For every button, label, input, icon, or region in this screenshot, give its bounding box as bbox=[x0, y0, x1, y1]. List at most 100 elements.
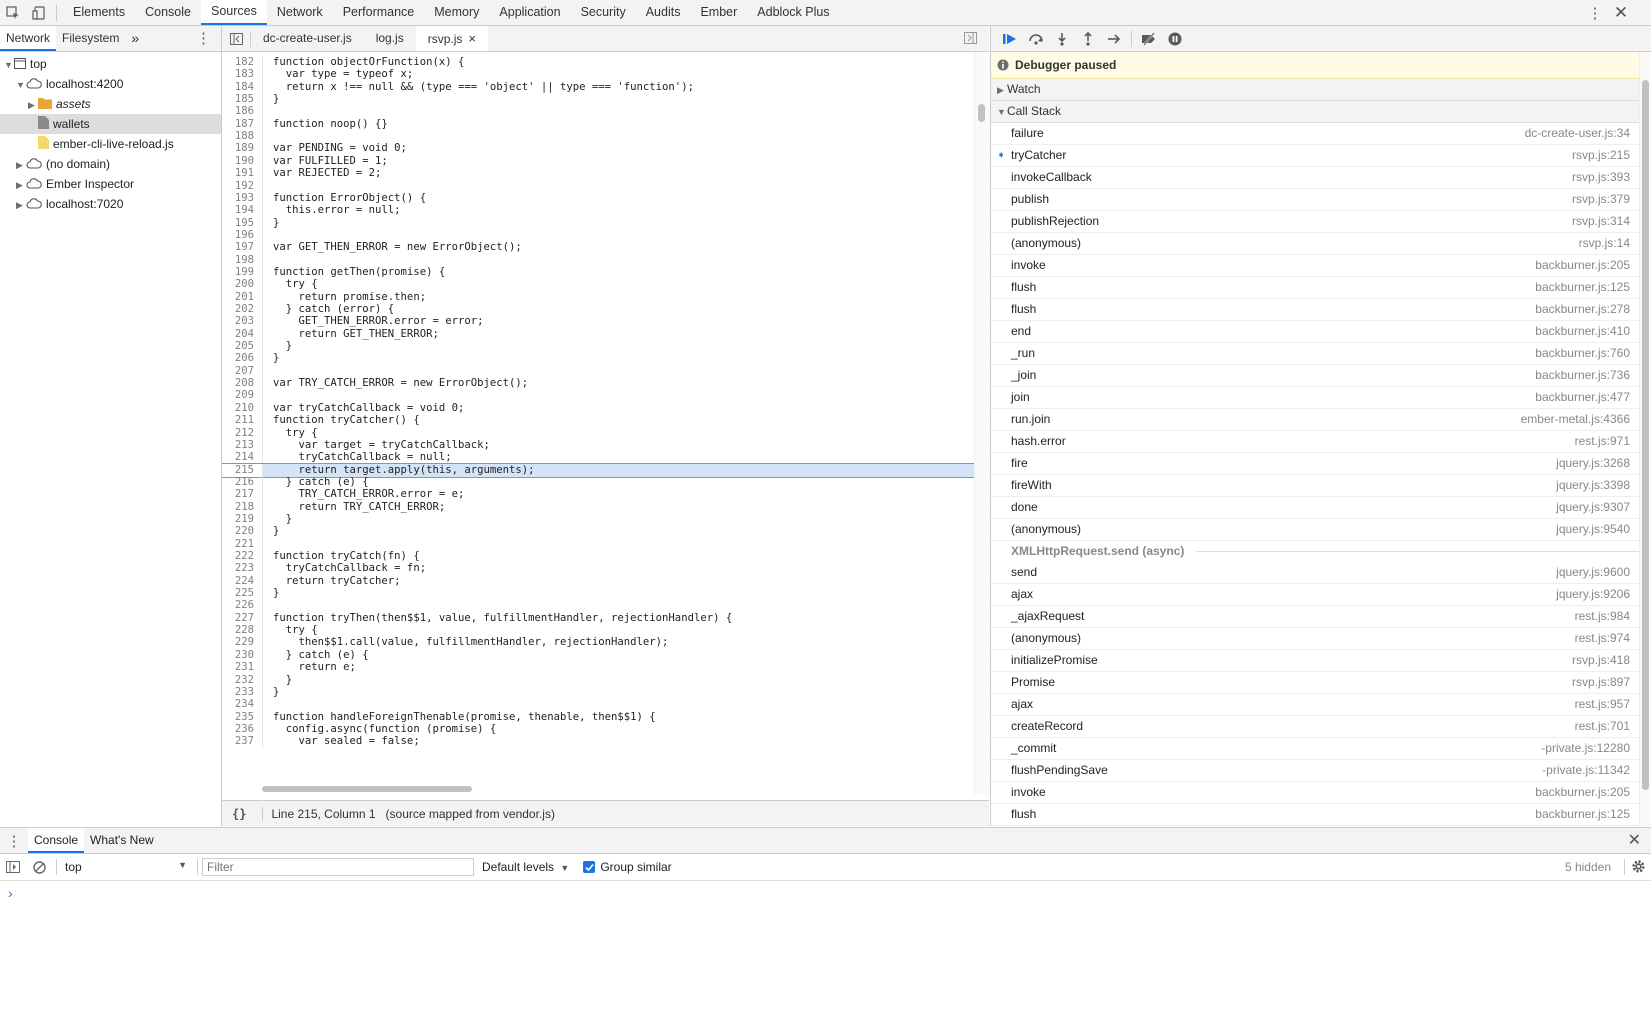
close-drawer-icon[interactable]: ✕ bbox=[1628, 828, 1641, 853]
expanded-arrow-icon[interactable]: ▼ bbox=[4, 55, 14, 75]
file-tab[interactable]: dc-create-user.js bbox=[251, 26, 364, 51]
line-number[interactable]: 191 bbox=[222, 167, 263, 181]
step-out-icon[interactable] bbox=[1075, 26, 1101, 51]
vertical-scrollbar[interactable] bbox=[974, 52, 990, 794]
frame-location[interactable]: -private.js:12280 bbox=[1541, 738, 1630, 759]
line-number[interactable]: 225 bbox=[222, 587, 263, 601]
call-frame[interactable]: invoke backburner.js:205 bbox=[991, 782, 1651, 804]
panel-tab-elements[interactable]: Elements bbox=[63, 0, 135, 25]
tree-item[interactable]: ▼ top bbox=[0, 54, 221, 74]
inspect-element-icon[interactable] bbox=[0, 0, 26, 25]
line-number[interactable]: 232 bbox=[222, 673, 263, 687]
line-number[interactable]: 230 bbox=[222, 648, 263, 662]
line-number[interactable]: 236 bbox=[222, 722, 263, 736]
line-number[interactable]: 215 bbox=[222, 463, 263, 477]
line-number[interactable]: 209 bbox=[222, 389, 263, 403]
line-number[interactable]: 192 bbox=[222, 179, 263, 193]
line-number[interactable]: 190 bbox=[222, 154, 263, 168]
call-frame[interactable]: flushPendingSave -private.js:11342 bbox=[991, 760, 1651, 782]
frame-location[interactable]: rsvp.js:393 bbox=[1572, 167, 1630, 188]
call-frame[interactable]: run.join ember-metal.js:4366 bbox=[991, 409, 1651, 431]
horizontal-scrollbar[interactable] bbox=[222, 784, 974, 794]
tree-item[interactable]: ▼ localhost:4200 bbox=[0, 74, 221, 94]
collapsed-arrow-icon[interactable]: ▶ bbox=[28, 95, 38, 115]
frame-location[interactable]: -private.js:11342 bbox=[1542, 760, 1630, 781]
collapsed-arrow-icon[interactable]: ▶ bbox=[16, 195, 26, 215]
panel-tab-sources[interactable]: Sources bbox=[200, 0, 267, 25]
collapsed-arrow-icon[interactable]: ▶ bbox=[16, 175, 26, 195]
step-into-icon[interactable] bbox=[1049, 26, 1075, 51]
line-number[interactable]: 204 bbox=[222, 327, 263, 341]
context-selector[interactable]: top ▼ bbox=[61, 860, 193, 874]
frame-location[interactable]: backburner.js:125 bbox=[1535, 277, 1630, 298]
line-number[interactable]: 206 bbox=[222, 352, 263, 366]
sidebar-scrollbar-thumb[interactable] bbox=[1642, 80, 1649, 790]
tab-filesystem[interactable]: Filesystem bbox=[56, 26, 125, 51]
line-number[interactable]: 188 bbox=[222, 130, 263, 144]
frame-location[interactable]: backburner.js:278 bbox=[1535, 299, 1630, 320]
line-number[interactable]: 217 bbox=[222, 488, 263, 502]
line-number[interactable]: 213 bbox=[222, 438, 263, 452]
watch-section-header[interactable]: ▶ Watch bbox=[991, 79, 1651, 101]
call-frame[interactable]: _join backburner.js:736 bbox=[991, 365, 1651, 387]
line-number[interactable]: 235 bbox=[222, 710, 263, 724]
line-number[interactable]: 234 bbox=[222, 698, 263, 712]
frame-location[interactable]: rsvp.js:215 bbox=[1572, 145, 1630, 166]
line-number[interactable]: 212 bbox=[222, 426, 263, 440]
call-frame[interactable]: publish rsvp.js:379 bbox=[991, 189, 1651, 211]
checkbox-checked-icon[interactable] bbox=[583, 861, 596, 873]
resume-icon[interactable] bbox=[997, 26, 1023, 51]
line-number[interactable]: 216 bbox=[222, 475, 263, 489]
frame-location[interactable]: rsvp.js:14 bbox=[1579, 233, 1630, 254]
horizontal-scrollbar-thumb[interactable] bbox=[262, 786, 472, 792]
line-number[interactable]: 218 bbox=[222, 500, 263, 514]
frame-location[interactable]: jquery.js:9600 bbox=[1556, 562, 1630, 583]
call-frame[interactable]: flush backburner.js:125 bbox=[991, 277, 1651, 299]
tree-item[interactable]: ▶ Ember Inspector bbox=[0, 174, 221, 194]
frame-location[interactable]: backburner.js:205 bbox=[1535, 782, 1630, 803]
line-number[interactable]: 201 bbox=[222, 290, 263, 304]
call-frame[interactable]: createRecord rest.js:701 bbox=[991, 716, 1651, 738]
frame-location[interactable]: backburner.js:477 bbox=[1535, 387, 1630, 408]
navigator-menu-icon[interactable]: ⋮ bbox=[196, 26, 211, 51]
frame-location[interactable]: backburner.js:125 bbox=[1535, 804, 1630, 825]
frame-location[interactable]: rsvp.js:314 bbox=[1572, 211, 1630, 232]
line-number[interactable]: 222 bbox=[222, 550, 263, 563]
call-frame[interactable]: publishRejection rsvp.js:314 bbox=[991, 211, 1651, 233]
call-frame[interactable]: join backburner.js:477 bbox=[991, 387, 1651, 409]
line-number[interactable]: 228 bbox=[222, 624, 263, 638]
console-sidebar-icon[interactable] bbox=[0, 861, 26, 873]
more-menu-icon[interactable]: ⋮ bbox=[1582, 0, 1608, 25]
frame-location[interactable]: rest.js:984 bbox=[1575, 606, 1630, 627]
line-number[interactable]: 203 bbox=[222, 315, 263, 329]
line-number[interactable]: 210 bbox=[222, 401, 263, 415]
line-number[interactable]: 187 bbox=[222, 117, 263, 131]
frame-location[interactable]: rsvp.js:418 bbox=[1572, 650, 1630, 671]
line-number[interactable]: 237 bbox=[222, 735, 263, 749]
call-frame[interactable]: invoke backburner.js:205 bbox=[991, 255, 1651, 277]
frame-location[interactable]: rsvp.js:379 bbox=[1572, 189, 1630, 210]
line-number[interactable]: 198 bbox=[222, 253, 263, 267]
toggle-navigator-icon[interactable] bbox=[222, 26, 250, 51]
call-frame[interactable]: flush backburner.js:278 bbox=[991, 299, 1651, 321]
scrollbar-thumb[interactable] bbox=[978, 104, 985, 122]
line-number[interactable]: 233 bbox=[222, 685, 263, 699]
frame-location[interactable]: backburner.js:205 bbox=[1535, 255, 1630, 276]
line-number[interactable]: 219 bbox=[222, 512, 263, 526]
line-number[interactable]: 182 bbox=[222, 56, 263, 69]
more-tabs-icon[interactable]: » bbox=[125, 26, 145, 51]
frame-location[interactable]: jquery.js:9540 bbox=[1556, 519, 1630, 540]
call-frame[interactable]: fireWith jquery.js:3398 bbox=[991, 475, 1651, 497]
line-number[interactable]: 224 bbox=[222, 574, 263, 588]
tab-console[interactable]: Console bbox=[28, 828, 85, 853]
panel-tab-console[interactable]: Console bbox=[135, 0, 201, 25]
call-frame[interactable]: _run backburner.js:760 bbox=[991, 343, 1651, 365]
console-prompt[interactable]: › bbox=[0, 881, 1651, 905]
line-number[interactable]: 202 bbox=[222, 303, 263, 316]
panel-tab-adblock-plus[interactable]: Adblock Plus bbox=[747, 0, 839, 25]
call-frame[interactable]: done jquery.js:9307 bbox=[991, 497, 1651, 519]
line-number[interactable]: 195 bbox=[222, 216, 263, 230]
call-frame[interactable]: _ajaxRequest rest.js:984 bbox=[991, 606, 1651, 628]
frame-location[interactable]: rest.js:701 bbox=[1575, 716, 1630, 737]
console-filter-input[interactable] bbox=[202, 858, 474, 876]
